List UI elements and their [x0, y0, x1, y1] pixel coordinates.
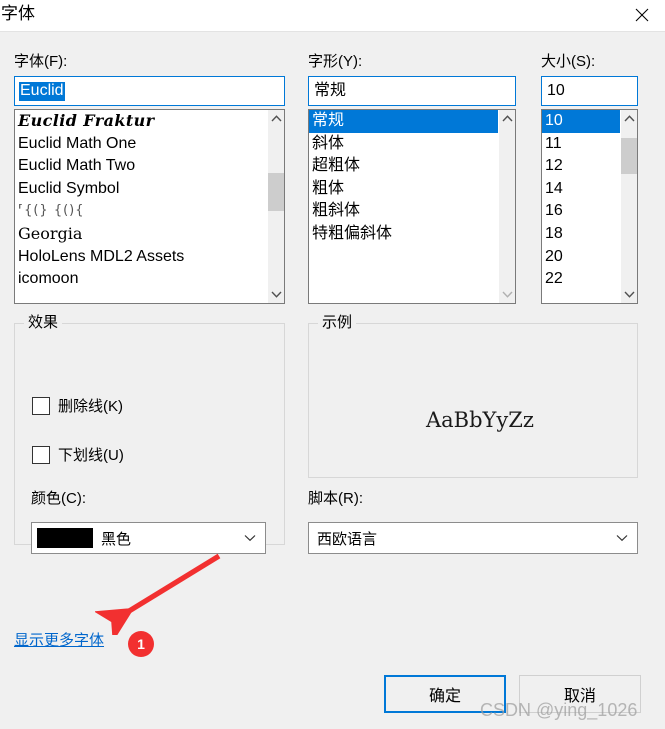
effects-group: [14, 323, 285, 545]
scroll-down-icon[interactable]: [621, 286, 637, 303]
list-item[interactable]: 22: [542, 268, 621, 291]
list-item[interactable]: 超粗体: [309, 155, 499, 178]
list-item[interactable]: 常规: [309, 110, 499, 133]
chevron-down-icon[interactable]: [244, 534, 256, 542]
annotation-badge-1: 1: [128, 631, 154, 657]
ok-button[interactable]: 确定: [384, 675, 506, 713]
list-item[interactable]: 20: [542, 246, 621, 269]
list-item[interactable]: Euclid Math One: [15, 133, 268, 156]
effects-group-legend: 效果: [24, 314, 63, 332]
list-item[interactable]: Georgia: [15, 223, 268, 246]
font-family-input-value: Euclid: [19, 81, 65, 101]
show-more-fonts-link[interactable]: 显示更多字体: [14, 629, 104, 650]
list-item[interactable]: Euclid Math Two: [15, 155, 268, 178]
font-size-scrollbar[interactable]: [620, 110, 637, 303]
chevron-down-icon[interactable]: [616, 534, 628, 542]
color-label: 颜色(C):: [31, 490, 86, 507]
underline-checkbox-row[interactable]: 下划线(U): [32, 444, 124, 465]
list-item[interactable]: 18: [542, 223, 621, 246]
list-item[interactable]: Euclid Symbol: [15, 178, 268, 201]
color-value: 黑色: [101, 530, 132, 548]
font-style-input-value: 常规: [314, 81, 347, 99]
strikeout-checkbox[interactable]: [32, 396, 50, 415]
list-item[interactable]: Euclid Fraktur: [15, 110, 268, 133]
list-item[interactable]: 14: [542, 178, 621, 201]
window-title: 字体: [1, 4, 35, 23]
scroll-down-icon[interactable]: [268, 286, 284, 303]
close-icon: [635, 8, 649, 22]
cancel-button[interactable]: 取消: [519, 675, 641, 713]
scroll-up-icon[interactable]: [499, 110, 515, 127]
scroll-thumb[interactable]: [268, 173, 284, 211]
list-item[interactable]: icomoon: [15, 268, 268, 291]
color-dropdown[interactable]: 黑色: [31, 522, 266, 554]
font-family-label: 字体(F):: [14, 53, 68, 70]
list-item[interactable]: 10: [542, 110, 621, 133]
font-family-scrollbar[interactable]: [267, 110, 284, 303]
scroll-thumb[interactable]: [621, 138, 637, 174]
list-item[interactable]: 12: [542, 155, 621, 178]
list-item[interactable]: 特粗偏斜体: [309, 223, 499, 246]
font-size-list-items: 10 11 12 14 16 18 20 22: [542, 110, 621, 303]
sample-group-legend: 示例: [318, 314, 357, 332]
font-style-input[interactable]: 常规: [308, 76, 516, 106]
font-family-input[interactable]: Euclid: [14, 76, 285, 106]
list-item[interactable]: 粗体: [309, 178, 499, 201]
scroll-up-icon[interactable]: [268, 110, 284, 127]
font-family-list[interactable]: Euclid Fraktur Euclid Math One Euclid Ma…: [14, 109, 285, 304]
font-style-label: 字形(Y):: [308, 53, 363, 70]
underline-checkbox[interactable]: [32, 445, 50, 464]
list-item[interactable]: ⸢{(} {(){: [15, 200, 268, 223]
font-size-input-value: 10: [547, 81, 565, 99]
close-button[interactable]: [619, 0, 665, 30]
font-style-list[interactable]: 常规 斜体 超粗体 粗体 粗斜体 特粗偏斜体: [308, 109, 516, 304]
strikeout-checkbox-row[interactable]: 删除线(K): [32, 395, 123, 416]
script-value: 西欧语言: [317, 530, 378, 548]
font-size-label: 大小(S):: [541, 53, 596, 70]
list-item[interactable]: 粗斜体: [309, 200, 499, 223]
font-family-list-items: Euclid Fraktur Euclid Math One Euclid Ma…: [15, 110, 268, 303]
font-dialog: 字体(F): Euclid Euclid Fraktur Euclid Math…: [0, 31, 665, 729]
strikeout-label: 删除线(K): [58, 398, 123, 415]
scroll-up-icon[interactable]: [621, 110, 637, 127]
font-style-scrollbar[interactable]: [498, 110, 515, 303]
title-bar: 字体: [0, 0, 665, 31]
list-item[interactable]: 11: [542, 133, 621, 156]
list-item[interactable]: 斜体: [309, 133, 499, 156]
scroll-down-icon[interactable]: [499, 286, 515, 303]
sample-preview-text: AaBbYyZz: [426, 408, 534, 432]
sample-group: [308, 323, 638, 478]
list-item[interactable]: 16: [542, 200, 621, 223]
script-dropdown[interactable]: 西欧语言: [308, 522, 638, 554]
font-size-list[interactable]: 10 11 12 14 16 18 20 22: [541, 109, 638, 304]
font-size-input[interactable]: 10: [541, 76, 638, 106]
underline-label: 下划线(U): [58, 447, 124, 464]
font-style-list-items: 常规 斜体 超粗体 粗体 粗斜体 特粗偏斜体: [309, 110, 499, 303]
list-item[interactable]: HoloLens MDL2 Assets: [15, 246, 268, 269]
script-label: 脚本(R):: [308, 490, 363, 507]
color-swatch: [37, 528, 93, 548]
